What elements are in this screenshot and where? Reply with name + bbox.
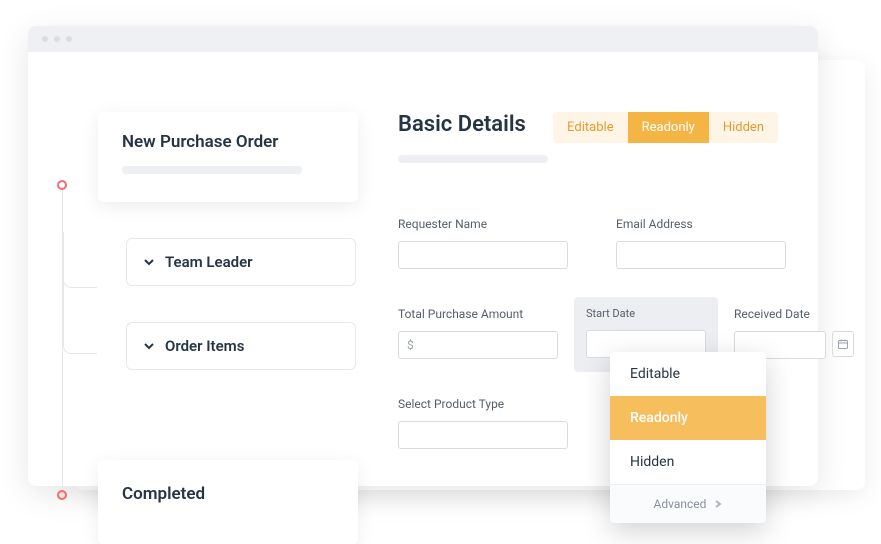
field-label: Requester Name xyxy=(398,217,568,231)
sidebar: New Purchase Order Team Leader Order Ite… xyxy=(28,52,398,486)
purchase-order-card[interactable]: New Purchase Order xyxy=(98,112,358,202)
dropdown-item-hidden[interactable]: Hidden xyxy=(610,440,766,484)
timeline-dot xyxy=(57,180,67,190)
card-title: Completed xyxy=(122,484,334,504)
dropdown-item-editable[interactable]: Editable xyxy=(610,352,766,396)
calendar-icon[interactable] xyxy=(832,331,854,357)
field-label: Start Date xyxy=(586,307,706,320)
seg-editable[interactable]: Editable xyxy=(553,112,627,143)
timeline-dot xyxy=(57,490,67,500)
field-total-purchase: Total Purchase Amount $ xyxy=(398,307,558,359)
field-label: Select Product Type xyxy=(398,397,568,411)
visibility-dropdown: Editable Readonly Hidden Advanced xyxy=(610,352,766,523)
field-label: Total Purchase Amount xyxy=(398,307,558,321)
page-title: Basic Details xyxy=(398,112,548,137)
field-label: Received Date xyxy=(734,307,854,321)
chevron-down-icon xyxy=(143,340,155,352)
main-header: Basic Details Editable Readonly Hidden xyxy=(398,112,778,163)
window-dot xyxy=(54,36,60,42)
window-dot xyxy=(66,36,72,42)
field-label: Email Address xyxy=(616,217,786,231)
content: New Purchase Order Team Leader Order Ite… xyxy=(28,52,818,486)
card-title: New Purchase Order xyxy=(122,132,334,152)
window-dot xyxy=(42,36,48,42)
sidebar-item-label: Order Items xyxy=(165,337,244,355)
skeleton-bar xyxy=(398,155,548,163)
fields-row1: Requester Name Email Address xyxy=(398,217,778,269)
total-purchase-input[interactable]: $ xyxy=(398,331,558,359)
sidebar-item-order-items[interactable]: Order Items xyxy=(126,322,356,370)
skeleton-bar xyxy=(122,166,302,174)
chevron-down-icon xyxy=(143,256,155,268)
field-email-address: Email Address xyxy=(616,217,786,269)
app-window: New Purchase Order Team Leader Order Ite… xyxy=(28,26,818,486)
seg-hidden[interactable]: Hidden xyxy=(709,112,778,143)
visibility-segmented: Editable Readonly Hidden xyxy=(553,112,778,143)
completed-card[interactable]: Completed xyxy=(98,460,358,544)
field-select-product-type: Select Product Type xyxy=(398,397,568,449)
email-address-input[interactable] xyxy=(616,241,786,269)
dropdown-item-readonly[interactable]: Readonly xyxy=(610,396,766,440)
product-type-select[interactable] xyxy=(398,421,568,449)
dropdown-advanced[interactable]: Advanced xyxy=(610,484,766,523)
requester-name-input[interactable] xyxy=(398,241,568,269)
sidebar-item-label: Team Leader xyxy=(165,253,253,271)
seg-readonly[interactable]: Readonly xyxy=(628,112,709,143)
currency-prefix: $ xyxy=(407,338,414,352)
titlebar xyxy=(28,26,818,52)
advanced-label: Advanced xyxy=(654,497,707,511)
field-requester-name: Requester Name xyxy=(398,217,568,269)
branch-line xyxy=(63,232,97,354)
sidebar-item-team-leader[interactable]: Team Leader xyxy=(126,238,356,286)
